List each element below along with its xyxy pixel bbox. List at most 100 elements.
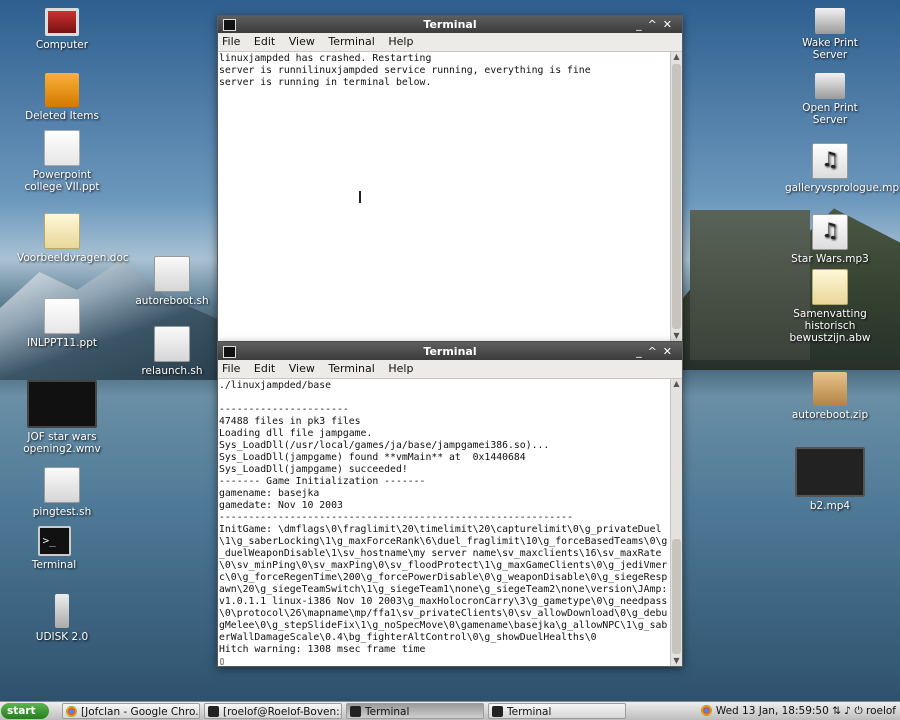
system-tray: Wed 13 Jan, 18:59:50 ⇅ ♪ ⏻ roelof — [701, 702, 896, 720]
username[interactable]: roelof — [866, 705, 896, 717]
menu-bar: File Edit View Terminal Help — [218, 33, 682, 52]
menu-terminal[interactable]: Terminal — [328, 35, 375, 48]
window-controls[interactable]: _^✕ — [636, 343, 678, 360]
scroll-down-icon[interactable]: ▼ — [671, 656, 682, 666]
terminal-window-1[interactable]: Terminal _^✕ File Edit View Terminal Hel… — [217, 15, 683, 342]
audio-file-icon: ♫ — [812, 214, 848, 250]
minimize-icon[interactable]: _ — [636, 345, 648, 358]
desktop-icon[interactable]: b2.mp4 — [785, 447, 875, 512]
menu-file[interactable]: File — [222, 35, 240, 48]
terminal-window-2[interactable]: Terminal _^✕ File Edit View Terminal Hel… — [217, 342, 683, 667]
scrollbar[interactable]: ▲ ▼ — [670, 52, 682, 341]
doc-file-icon — [812, 269, 848, 305]
scroll-down-icon[interactable]: ▼ — [671, 331, 682, 341]
chrome-tray-icon[interactable] — [701, 705, 713, 716]
desktop-icon[interactable]: autoreboot.zip — [785, 372, 875, 421]
scroll-thumb[interactable] — [672, 539, 681, 654]
terminal-icon — [223, 346, 236, 358]
window-controls[interactable]: _^✕ — [636, 16, 678, 33]
desktop-icon[interactable]: ♫ galleryvsprologue.mp3 — [785, 143, 900, 194]
desktop-icon[interactable]: INLPPT11.ppt — [17, 298, 107, 349]
usb-drive-icon — [55, 594, 69, 628]
desktop-icon[interactable]: ♫ Star Wars.mp3 — [785, 214, 875, 265]
terminal-output[interactable]: ./linuxjampded/base --------------------… — [218, 379, 671, 666]
close-icon[interactable]: ✕ — [663, 345, 678, 358]
desktop-icon[interactable]: >_ Terminal — [9, 526, 99, 571]
menu-terminal[interactable]: Terminal — [328, 362, 375, 375]
start-button[interactable]: start — [1, 703, 49, 719]
desktop-icon[interactable]: Voorbeeldvragen.doc — [17, 213, 129, 264]
terminal-icon — [350, 706, 361, 717]
desktop-icon-label: Powerpoint college VII.ppt — [24, 169, 100, 193]
desktop-icon[interactable]: UDISK 2.0 — [17, 594, 107, 643]
menu-help[interactable]: Help — [388, 362, 413, 375]
desktop-icon[interactable]: Wake Print Server — [785, 8, 875, 61]
scrollbar[interactable]: ▲ ▼ — [670, 379, 682, 666]
title-bar[interactable]: Terminal _^✕ — [218, 343, 682, 360]
taskbar-button-terminal-1[interactable]: Terminal — [346, 703, 484, 719]
taskbar-button-label: [roelof@Roelof-Boven:... — [223, 706, 342, 718]
desktop-icon[interactable]: Computer — [17, 8, 107, 51]
desktop-icon-label: b2.mp4 — [809, 500, 851, 512]
window-title: Terminal — [423, 18, 477, 31]
chrome-icon — [66, 706, 77, 717]
video-file-icon — [27, 380, 97, 428]
desktop-icon-label: Deleted Items — [25, 110, 99, 122]
desktop-icon[interactable]: relaunch.sh — [127, 326, 217, 377]
taskbar-button-terminal-2[interactable]: Terminal — [488, 703, 626, 719]
network-icon[interactable]: ⇅ — [832, 705, 841, 717]
desktop-icon-label: relaunch.sh — [141, 365, 203, 377]
audio-file-icon: ♫ — [812, 143, 848, 179]
desktop-icon-label: Terminal — [31, 559, 77, 571]
desktop-icon-label: JOF star wars opening2.wmv — [23, 431, 101, 455]
menu-view[interactable]: View — [289, 35, 315, 48]
video-file-icon — [795, 447, 865, 497]
taskbar-button-terminal-roelof[interactable]: [roelof@Roelof-Boven:... — [204, 703, 342, 719]
desktop-icon-label: autoreboot.sh — [135, 295, 209, 307]
clock[interactable]: Wed 13 Jan, 18:59:50 — [716, 705, 829, 717]
desktop-icon-label: Open Print Server — [802, 102, 858, 126]
menu-help[interactable]: Help — [388, 35, 413, 48]
menu-bar: File Edit View Terminal Help — [218, 360, 682, 379]
menu-edit[interactable]: Edit — [254, 35, 275, 48]
terminal-icon — [223, 19, 236, 31]
desktop-icon-label: Voorbeeldvragen.doc — [17, 252, 129, 264]
terminal-output[interactable]: linuxjampded has crashed. Restarting ser… — [218, 52, 671, 341]
power-icon[interactable]: ⏻ — [854, 705, 862, 717]
desktop-icon[interactable]: JOF star wars opening2.wmv — [17, 380, 107, 455]
menu-edit[interactable]: Edit — [254, 362, 275, 375]
terminal-icon — [492, 706, 503, 717]
minimize-icon[interactable]: _ — [636, 18, 648, 31]
desktop-icon[interactable]: autoreboot.sh — [127, 256, 217, 307]
desktop-icon-label: INLPPT11.ppt — [26, 337, 98, 349]
taskbar-button-label: Terminal — [507, 706, 552, 718]
terminal-icon — [208, 706, 219, 717]
terminal-icon: >_ — [37, 526, 71, 556]
desktop-icon[interactable]: Deleted Items — [17, 73, 107, 122]
scroll-up-icon[interactable]: ▲ — [671, 52, 682, 62]
close-icon[interactable]: ✕ — [663, 18, 678, 31]
maximize-icon[interactable]: ^ — [648, 18, 663, 31]
ppt-file-icon — [44, 298, 80, 334]
printer-icon — [815, 8, 845, 34]
menu-view[interactable]: View — [289, 362, 315, 375]
desktop-icon-label: Computer — [35, 39, 89, 51]
desktop-icon-label: Samenvatting historisch bewustzijn.abw — [789, 308, 871, 344]
desktop-icon-label: galleryvsprologue.mp3 — [785, 182, 900, 194]
window-title: Terminal — [423, 345, 477, 358]
scroll-thumb[interactable] — [672, 64, 681, 329]
taskbar-button-chrome[interactable]: [Jofclan - Google Chro... — [62, 703, 200, 719]
desktop-icon-label: pingtest.sh — [32, 506, 92, 518]
script-file-icon — [154, 256, 190, 292]
desktop-icon[interactable]: Samenvatting historisch bewustzijn.abw — [785, 269, 875, 344]
maximize-icon[interactable]: ^ — [648, 345, 663, 358]
desktop-icon[interactable]: Open Print Server — [785, 73, 875, 126]
desktop-icon[interactable]: Powerpoint college VII.ppt — [17, 130, 107, 193]
menu-file[interactable]: File — [222, 362, 240, 375]
desktop-icon[interactable]: pingtest.sh — [17, 467, 107, 518]
taskbar-button-label: [Jofclan - Google Chro... — [81, 706, 200, 718]
volume-icon[interactable]: ♪ — [844, 705, 851, 717]
scroll-up-icon[interactable]: ▲ — [671, 379, 682, 389]
title-bar[interactable]: Terminal _^✕ — [218, 16, 682, 33]
desktop-icon-label: UDISK 2.0 — [35, 631, 89, 643]
